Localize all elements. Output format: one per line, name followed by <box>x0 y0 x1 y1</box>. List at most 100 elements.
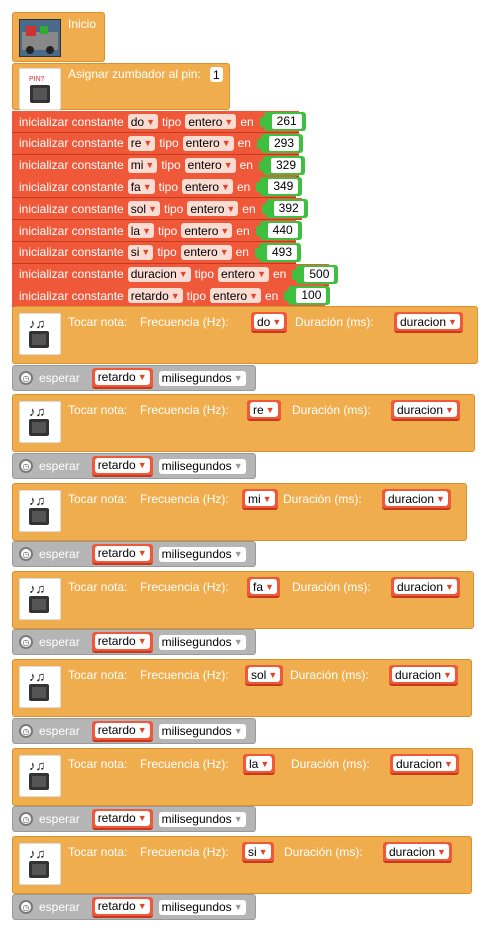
constant-block[interactable]: inicializar constante fa ▼ tipo entero ▼ en 349 <box>12 176 303 199</box>
duration-variable-block[interactable]: duracion ▼ <box>382 489 451 510</box>
constant-value-block[interactable]: 261 <box>259 112 306 131</box>
constant-type-dropdown[interactable]: entero ▼ <box>210 288 261 304</box>
wait-block[interactable]: ◷ esperar retardo ▼ milisegundos ▼ <box>12 629 256 655</box>
duration-dropdown[interactable]: duracion ▼ <box>385 491 448 506</box>
constant-type-dropdown[interactable]: entero ▼ <box>218 266 269 282</box>
constant-block[interactable]: inicializar constante re ▼ tipo entero ▼ en 293 <box>12 132 304 155</box>
wait-variable-block[interactable]: retardo ▼ <box>91 808 153 830</box>
wait-unit-dropdown[interactable]: milisegundos ▼ <box>158 458 246 474</box>
duration-dropdown[interactable]: duracion ▼ <box>394 402 457 417</box>
constant-block[interactable]: inicializar constante duracion ▼ tipo entero… <box>12 263 339 286</box>
duration-dropdown[interactable]: duracion ▼ <box>386 844 449 859</box>
duration-variable-block[interactable]: duracion ▼ <box>389 665 458 686</box>
wait-block[interactable]: ◷ esperar retardo ▼ milisegundos ▼ <box>12 806 256 832</box>
wait-unit-dropdown[interactable]: milisegundos ▼ <box>158 899 246 915</box>
constant-type-dropdown[interactable]: entero ▼ <box>182 135 234 151</box>
constant-name-dropdown[interactable]: retardo ▼ <box>127 288 183 304</box>
wait-block[interactable]: ◷ esperar retardo ▼ milisegundos ▼ <box>12 365 256 391</box>
constant-value[interactable]: 440 <box>267 223 298 238</box>
wait-block[interactable]: ◷ esperar retardo ▼ milisegundos ▼ <box>12 453 256 479</box>
wait-dropdown[interactable]: retardo ▼ <box>94 810 150 826</box>
frequency-variable-block[interactable]: re ▼ <box>247 400 281 421</box>
constant-block[interactable]: inicializar constante la ▼ tipo entero ▼ en 440 <box>12 220 302 242</box>
wait-unit-dropdown[interactable]: milisegundos ▼ <box>158 370 246 386</box>
constant-type-dropdown[interactable]: entero ▼ <box>187 201 239 217</box>
constant-name-dropdown[interactable]: si ▼ <box>127 244 154 260</box>
constant-value-block[interactable]: 392 <box>261 199 308 219</box>
tone-block[interactable]: ♪♫ Tocar nota: Frecuencia (Hz): mi ▼ Duración… <box>12 483 467 541</box>
start-block[interactable]: Inicio <box>12 12 105 62</box>
constant-value-block[interactable]: 500 <box>292 264 339 284</box>
constant-value[interactable]: 293 <box>268 135 300 151</box>
constant-type-dropdown[interactable]: entero ▼ <box>181 223 233 238</box>
duration-dropdown[interactable]: duracion ▼ <box>394 579 457 594</box>
constant-name-dropdown[interactable]: do ▼ <box>127 114 158 129</box>
constant-value-block[interactable]: 440 <box>255 221 302 240</box>
buzzer-block[interactable]: PIN? Asignar zumbador al pin: 1 <box>12 63 230 110</box>
buzzer-pin-field[interactable]: 1 <box>210 67 223 82</box>
wait-variable-block[interactable]: retardo ▼ <box>91 720 153 742</box>
constant-value[interactable]: 349 <box>268 179 299 195</box>
frequency-dropdown[interactable]: si ▼ <box>245 844 271 859</box>
constant-value-block[interactable]: 329 <box>258 155 306 175</box>
frequency-dropdown[interactable]: la ▼ <box>246 756 273 771</box>
frequency-variable-block[interactable]: sol ▼ <box>245 665 284 686</box>
duration-variable-block[interactable]: duracion ▼ <box>394 312 463 333</box>
constant-value[interactable]: 493 <box>266 244 298 260</box>
constant-name-dropdown[interactable]: fa ▼ <box>127 179 155 195</box>
frequency-variable-block[interactable]: mi ▼ <box>242 489 278 510</box>
duration-variable-block[interactable]: duracion ▼ <box>383 842 452 863</box>
tone-block[interactable]: ♪♫ Tocar nota: Frecuencia (Hz): fa ▼ Duración… <box>12 571 474 629</box>
constant-block[interactable]: inicializar constante retardo ▼ tipo entero ▼… <box>12 285 331 308</box>
duration-dropdown[interactable]: duracion ▼ <box>393 756 456 771</box>
constant-name-dropdown[interactable]: mi ▼ <box>127 157 158 173</box>
constant-value[interactable]: 392 <box>273 201 304 217</box>
frequency-variable-block[interactable]: fa ▼ <box>247 577 280 598</box>
constant-block[interactable]: inicializar constante mi ▼ tipo entero ▼ en 329 <box>12 154 306 177</box>
constant-value[interactable]: 261 <box>271 114 302 129</box>
frequency-variable-block[interactable]: do ▼ <box>251 312 288 333</box>
wait-variable-block[interactable]: retardo ▼ <box>91 543 153 565</box>
wait-dropdown[interactable]: retardo ▼ <box>94 369 150 385</box>
wait-unit-dropdown[interactable]: milisegundos ▼ <box>158 546 246 562</box>
tone-block[interactable]: ♪♫ Tocar nota: Frecuencia (Hz): re ▼ Duración… <box>12 394 475 452</box>
constant-value[interactable]: 329 <box>270 157 302 173</box>
tone-block[interactable]: ♪♫ Tocar nota: Frecuencia (Hz): do ▼ Duración… <box>12 306 478 364</box>
frequency-dropdown[interactable]: re ▼ <box>250 402 278 417</box>
wait-block[interactable]: ◷ esperar retardo ▼ milisegundos ▼ <box>12 718 256 744</box>
constant-value-block[interactable]: 349 <box>256 177 303 197</box>
constant-type-dropdown[interactable]: entero ▼ <box>182 179 233 195</box>
frequency-variable-block[interactable]: la ▼ <box>243 754 276 775</box>
duration-dropdown[interactable]: duracion ▼ <box>392 667 455 682</box>
constant-type-dropdown[interactable]: entero ▼ <box>184 157 236 173</box>
wait-variable-block[interactable]: retardo ▼ <box>91 896 153 918</box>
wait-unit-dropdown[interactable]: milisegundos ▼ <box>158 723 246 739</box>
constant-name-dropdown[interactable]: sol ▼ <box>127 201 160 217</box>
frequency-dropdown[interactable]: fa ▼ <box>250 579 277 594</box>
wait-unit-dropdown[interactable]: milisegundos ▼ <box>158 634 246 650</box>
constant-value-block[interactable]: 293 <box>256 133 304 153</box>
constant-name-dropdown[interactable]: re ▼ <box>127 135 156 151</box>
wait-variable-block[interactable]: retardo ▼ <box>91 367 153 389</box>
duration-variable-block[interactable]: duracion ▼ <box>391 577 460 598</box>
wait-block[interactable]: ◷ esperar retardo ▼ milisegundos ▼ <box>12 894 256 920</box>
wait-dropdown[interactable]: retardo ▼ <box>94 898 150 914</box>
constant-value[interactable]: 500 <box>304 266 335 282</box>
duration-variable-block[interactable]: duracion ▼ <box>391 400 460 421</box>
tone-block[interactable]: ♪♫ Tocar nota: Frecuencia (Hz): la ▼ Duración… <box>12 748 473 806</box>
constant-block[interactable]: inicializar constante sol ▼ tipo entero ▼ en 39… <box>12 198 308 221</box>
constant-value[interactable]: 100 <box>296 288 327 304</box>
constant-name-dropdown[interactable]: duracion ▼ <box>127 266 191 282</box>
duration-variable-block[interactable]: duracion ▼ <box>390 754 459 775</box>
wait-dropdown[interactable]: retardo ▼ <box>94 633 150 649</box>
constant-type-dropdown[interactable]: entero ▼ <box>185 114 237 129</box>
constant-block[interactable]: inicializar constante do ▼ tipo entero ▼ en 261 <box>12 111 306 133</box>
constant-name-dropdown[interactable]: la ▼ <box>127 223 154 238</box>
wait-variable-block[interactable]: retardo ▼ <box>91 631 153 653</box>
wait-dropdown[interactable]: retardo ▼ <box>94 545 150 561</box>
constant-value-block[interactable]: 100 <box>284 286 331 306</box>
wait-dropdown[interactable]: retardo ▼ <box>94 722 150 738</box>
frequency-dropdown[interactable]: mi ▼ <box>245 491 275 506</box>
constant-type-dropdown[interactable]: entero ▼ <box>180 244 232 260</box>
wait-block[interactable]: ◷ esperar retardo ▼ milisegundos ▼ <box>12 541 256 567</box>
